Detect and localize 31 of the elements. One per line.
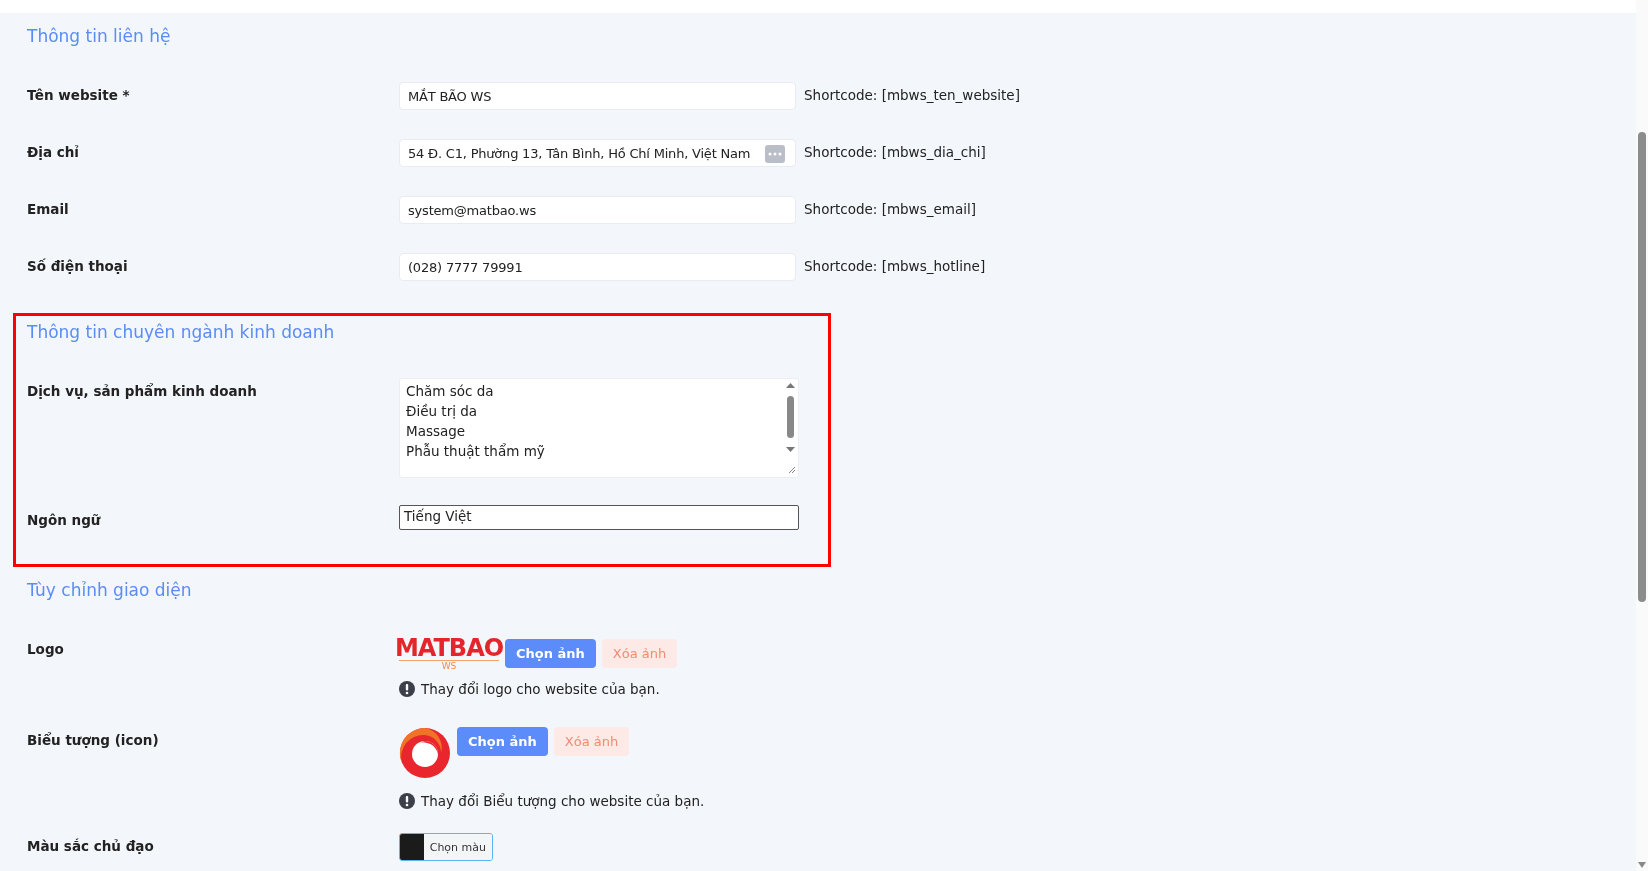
exclamation-icon — [399, 793, 415, 809]
shortcode-text: Shortcode: [mbws_email] — [804, 200, 976, 217]
field-label: Tên website * — [27, 86, 131, 103]
section-title: Thông tin liên hệ — [27, 26, 171, 46]
text-field[interactable]: (028) 7777 79991 — [399, 253, 796, 281]
field-label: Ngôn ngữ — [27, 511, 102, 528]
language-field[interactable]: Tiếng Việt — [399, 505, 799, 530]
field-label: Logo — [27, 640, 65, 657]
field-label: Email — [27, 200, 70, 217]
color-picker[interactable]: Chọn màu — [399, 833, 493, 861]
scroll-down-icon[interactable] — [1637, 861, 1647, 869]
hint-text: Thay đổi Biểu tượng cho website của bạn. — [421, 793, 705, 809]
hint-text: Thay đổi logo cho website của bạn. — [421, 681, 660, 697]
shortcode-text: Shortcode: [mbws_hotline] — [804, 257, 986, 274]
section-title: Thông tin chuyên ngành kinh doanh — [27, 322, 335, 342]
more-icon[interactable] — [765, 145, 785, 163]
field-label: Địa chỉ — [27, 143, 80, 160]
swirl-icon — [399, 727, 451, 779]
field-label: Số điện thoại — [27, 257, 129, 274]
page-scrollbar[interactable] — [1636, 0, 1648, 871]
text-field[interactable]: system@matbao.ws — [399, 196, 796, 224]
section-title: Tùy chỉnh giao diện — [27, 580, 192, 600]
exclamation-icon — [399, 681, 415, 697]
shortcode-text: Shortcode: [mbws_dia_chi] — [804, 143, 986, 160]
field-label: Màu sắc chủ đạo — [27, 837, 155, 854]
text-field[interactable]: MẮT BÃO WS — [399, 82, 796, 110]
field-label: Biểu tượng (icon) — [27, 731, 160, 748]
text-field[interactable]: 54 Đ. C1, Phường 13, Tân Bình, Hồ Chí Minh, Việt Nam — [399, 139, 796, 167]
shortcode-text: Shortcode: [mbws_ten_website] — [804, 86, 1020, 103]
field-label: Dịch vụ, sản phẩm kinh doanh — [27, 382, 258, 399]
text-area[interactable]: Chăm sóc da Điều trị da Massage Phẫu thuật thẩm mỹ — [399, 378, 799, 478]
